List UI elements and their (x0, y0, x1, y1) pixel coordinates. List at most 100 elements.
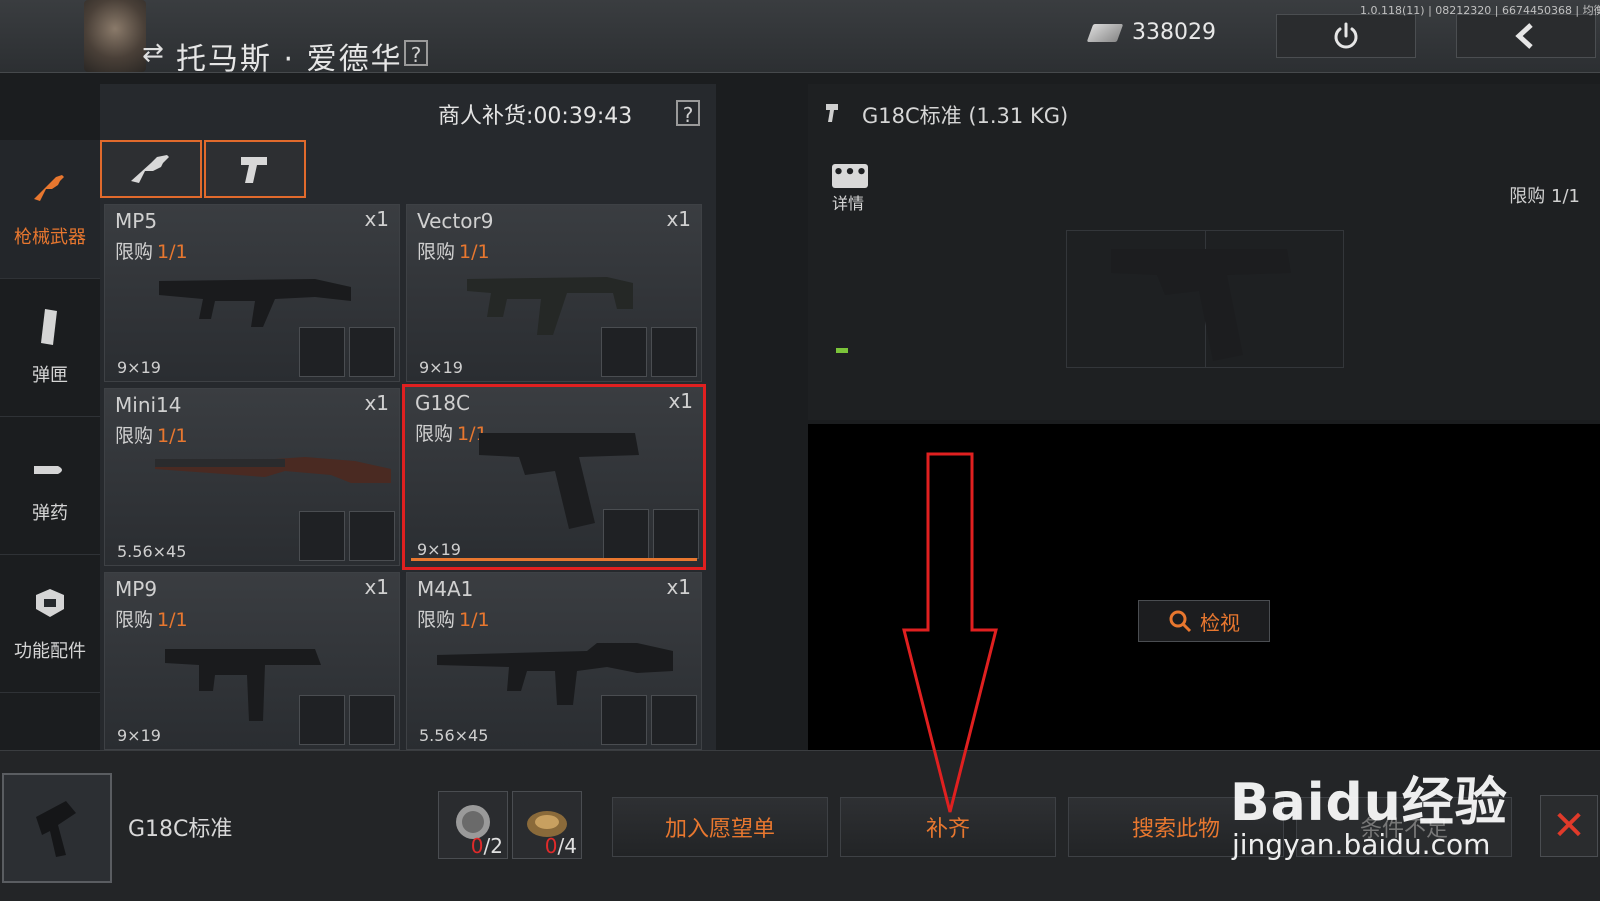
material-slot (651, 695, 697, 745)
material-slot (601, 695, 647, 745)
item-limit: 限购 1/1 (115, 241, 188, 263)
baidu-watermark-logo: Baidu经验 (1230, 773, 1508, 833)
mp5-image (159, 279, 351, 327)
restock-timer: 商人补货:00:39:43 (438, 104, 633, 129)
restock-help-button[interactable]: ? (676, 100, 700, 127)
pistol-icon (241, 157, 267, 183)
inspect-button[interactable]: 检视 (1138, 600, 1270, 642)
item-preview (1066, 230, 1344, 368)
sidebar-item-attachments[interactable]: 功能配件 (0, 554, 100, 693)
item-caliber: 5.56×45 (419, 726, 489, 745)
material-slot-2[interactable]: 0/4 (512, 791, 582, 859)
item-limit: 限购 1/1 (115, 609, 188, 631)
power-icon (1334, 22, 1358, 49)
item-quantity: x1 (666, 575, 691, 599)
shop-item-mp9[interactable]: MP9 x1 限购 1/1 9×19 (104, 572, 400, 750)
item-caliber: 9×19 (417, 540, 461, 559)
power-button[interactable] (1276, 14, 1416, 58)
attachment-icon (30, 583, 70, 631)
shop-item-m4a1[interactable]: M4A1 x1 限购 1/1 5.56×45 (406, 572, 702, 750)
sidebar-item-label: 功能配件 (14, 641, 86, 662)
item-quantity: x1 (364, 207, 389, 231)
shop-item-mp5[interactable]: MP5 x1 限购 1/1 9×19 (104, 204, 400, 382)
magazine-icon (35, 307, 65, 355)
top-bar: ⇄ 托马斯 · 爱德华 ? 338029 1.0.118(11) | 08212… (0, 0, 1600, 77)
item-limit: 限购 1/1 (417, 241, 490, 263)
g18c-preview-image (1111, 249, 1291, 361)
item-name: M4A1 (417, 577, 474, 601)
material-slot (299, 327, 345, 377)
rifle-icon (131, 155, 169, 183)
shop-item-mini14[interactable]: Mini14 x1 限购 1/1 5.56×45 (104, 388, 400, 566)
back-arrow-icon (1515, 23, 1533, 49)
sidebar-item-weapons[interactable]: 枪械武器 (0, 140, 103, 279)
item-limit: 限购 1/1 (417, 609, 490, 631)
item-caliber: 9×19 (419, 358, 463, 377)
material-slot (299, 695, 345, 745)
item-quantity: x1 (668, 389, 693, 413)
material-slot (349, 695, 395, 745)
item-detail-panel: G18C标准 (1.31 KG) ••• 详情 限购 1/1 (808, 84, 1600, 420)
merchant-name: 托马斯 · 爱德华 (176, 42, 403, 77)
details-label[interactable]: 详情 (832, 190, 864, 214)
shop-panel: 商人补货:00:39:43 ? MP5 x1 限购 1/1 9×19 Vector… (100, 84, 716, 750)
material-count: 0/4 (544, 834, 577, 858)
detail-title: G18C标准 (1.31 KG) (862, 104, 1069, 128)
merchant-portrait (84, 0, 146, 72)
item-caliber: 9×19 (117, 358, 161, 377)
material-slot-1[interactable]: 0/2 (438, 791, 508, 859)
item-name: G18C (415, 391, 470, 415)
add-to-wishlist-button[interactable]: 加入愿望单 (612, 797, 828, 857)
item-name: Mini14 (115, 393, 182, 417)
material-slot (601, 327, 647, 377)
item-caliber: 5.56×45 (117, 542, 187, 561)
material-slot (299, 511, 345, 561)
shop-item-g18c[interactable]: G18C x1 限购 1/1 9×19 (402, 384, 706, 570)
annotation-arrow (902, 452, 998, 813)
rifle-icon (30, 169, 70, 217)
detail-limit: 限购 1/1 (1509, 186, 1580, 207)
bullet-icon (30, 445, 70, 493)
sidebar-item-label: 弹匣 (32, 365, 68, 386)
baidu-watermark-url: jingyan.baidu.com (1232, 828, 1491, 861)
tab-rifles[interactable] (100, 140, 202, 198)
selection-bar (411, 558, 697, 561)
item-quantity: x1 (364, 391, 389, 415)
mini14-image (155, 457, 391, 483)
tab-pistols[interactable] (204, 140, 306, 198)
sidebar-item-ammo[interactable]: 弹药 (0, 416, 100, 555)
material-count: 0/2 (470, 834, 503, 858)
magnifier-icon (1169, 610, 1192, 633)
version-text: 1.0.118(11) | 08212320 | 6674450368 | 均衡 (1360, 4, 1600, 17)
selected-item-name: G18C标准 (128, 817, 233, 842)
item-name: Vector9 (417, 209, 494, 233)
close-button[interactable]: ✕ (1540, 795, 1598, 857)
selected-item-thumbnail (2, 773, 112, 883)
g18c-thumb-image (36, 801, 76, 857)
item-caliber: 9×19 (117, 726, 161, 745)
sidebar-item-label: 弹药 (32, 503, 68, 524)
item-quantity: x1 (364, 575, 389, 599)
material-slot (349, 511, 395, 561)
material-slot (653, 509, 699, 559)
back-button[interactable] (1456, 14, 1596, 58)
item-quantity: x1 (666, 207, 691, 231)
sidebar-item-label: 枪械武器 (14, 227, 86, 248)
item-limit: 限购 1/1 (115, 425, 188, 447)
currency-icon (1086, 24, 1124, 42)
material-slot (651, 327, 697, 377)
material-slot (603, 509, 649, 559)
details-icon[interactable]: ••• (832, 164, 868, 188)
swap-merchant-icon[interactable]: ⇄ (142, 38, 164, 68)
item-name: MP9 (115, 577, 158, 601)
pistol-small-icon (824, 102, 842, 130)
merchant-help-button[interactable]: ? (404, 40, 428, 67)
status-indicator (836, 348, 848, 353)
shop-item-vector9[interactable]: Vector9 x1 限购 1/1 9×19 (406, 204, 702, 382)
sidebar-item-magazines[interactable]: 弹匣 (0, 278, 100, 417)
item-name: MP5 (115, 209, 158, 233)
category-sidebar: 枪械武器 弹匣 弹药 功能配件 (0, 140, 103, 750)
material-slot (349, 327, 395, 377)
currency-value: 338029 (1132, 20, 1216, 45)
inspect-label: 检视 (1200, 610, 1240, 635)
